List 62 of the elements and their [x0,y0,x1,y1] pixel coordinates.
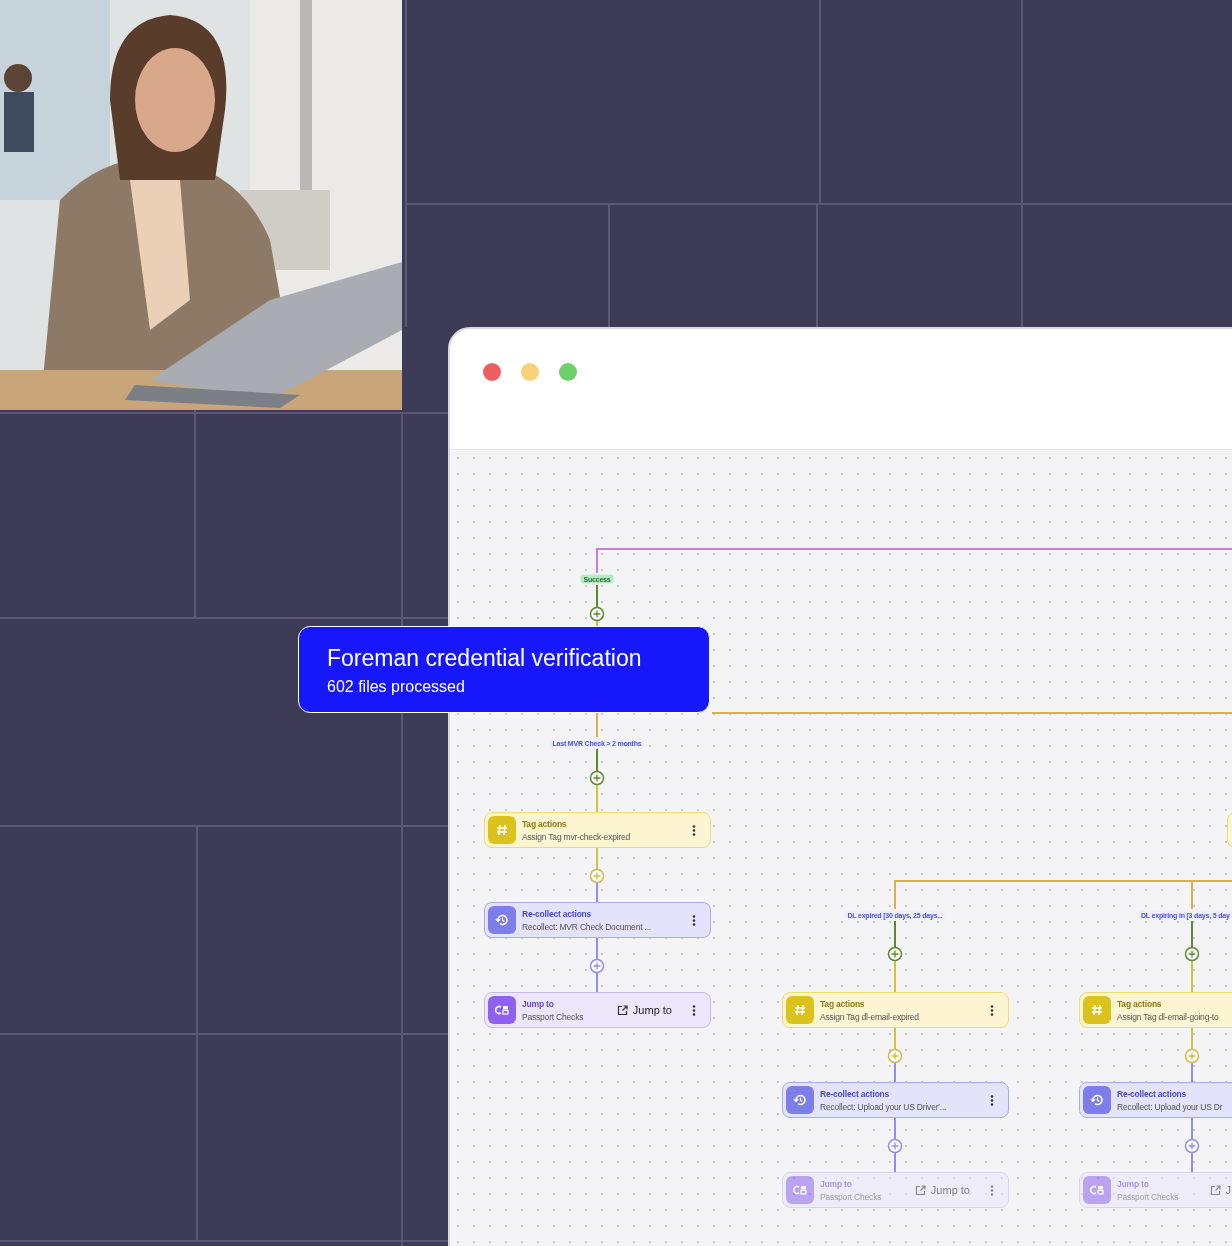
add-step-button[interactable] [589,958,605,974]
action-node[interactable]: Re-collect actions Recollect: Upload your US Driver'... [782,1082,1009,1118]
add-step-button[interactable] [589,770,605,786]
hash-icon [488,816,516,844]
node-title: Tag actions [1117,998,1163,1009]
node-title: Jump to [522,998,555,1009]
node-title: Jump to [820,1178,853,1189]
window-control-dot[interactable] [521,363,539,381]
more-options-icon[interactable] [990,1004,994,1016]
action-node[interactable]: Jump to Passport Checks Jump to [782,1172,1009,1208]
jump-to-link[interactable]: J [1209,1184,1231,1196]
jump-to-link[interactable]: Jump to [914,1184,970,1196]
add-step-button[interactable] [589,868,605,884]
node-title: Re-collect actions [820,1088,891,1099]
node-description: Recollect: Upload your US Dr [1117,1101,1224,1112]
window-control-dot[interactable] [483,363,501,381]
add-step-button[interactable] [887,946,903,962]
add-step-button[interactable] [887,1138,903,1154]
node-title: Tag actions [522,818,568,829]
history-icon [1083,1086,1111,1114]
card-title: Foreman credential verification [327,645,643,672]
hash-icon [1083,996,1111,1024]
history-icon [786,1086,814,1114]
card-subtitle: 602 files processed [327,678,466,696]
action-node[interactable]: Re-collect actions Recollect: Upload your US Dr [1079,1082,1232,1118]
node-title: Tag actions [820,998,866,1009]
action-node[interactable]: Re-collect actions Recollect: MVR Check Document ... [484,902,711,938]
node-description: Recollect: MVR Check Document ... [522,921,652,932]
node-description: Recollect: Upload your US Driver'... [820,1101,948,1112]
node-title: Jump to [1117,1178,1150,1189]
hash-icon [786,996,814,1024]
more-options-icon[interactable] [692,1004,696,1016]
node-title: Re-collect actions [1117,1088,1188,1099]
node-description: Passport Checks [522,1011,585,1022]
external-link-icon [1209,1184,1221,1196]
action-node[interactable]: Tag actions Assign Tag mvr-check-expired [484,812,711,848]
add-step-button[interactable] [887,1048,903,1064]
more-options-icon[interactable] [692,824,696,836]
add-step-button[interactable] [1184,946,1200,962]
more-options-icon[interactable] [990,1094,994,1106]
node-title: Re-collect actions [522,908,593,919]
add-step-button[interactable] [589,606,605,622]
more-options-icon[interactable] [692,914,696,926]
action-node[interactable]: Jump to Passport Checks Jump to [484,992,711,1028]
add-step-button[interactable] [1184,1048,1200,1064]
node-description: Passport Checks [1117,1191,1180,1202]
history-icon [488,906,516,934]
node-description: Assign Tag dl-email-expired [820,1011,920,1022]
add-step-button[interactable] [1184,1138,1200,1154]
node-description: Passport Checks [820,1191,883,1202]
node-description: Assign Tag dl-email-going-to [1117,1011,1220,1022]
action-node[interactable]: Jump to Passport Checks J [1079,1172,1232,1208]
jump-icon [488,996,516,1024]
node-description: Assign Tag mvr-check-expired [522,831,632,842]
jump-icon [786,1176,814,1204]
action-node[interactable]: Tag actions Assign Tag dl-email-going-to [1079,992,1232,1028]
action-node[interactable]: Tag actions Assign Tag dl-email-expired [782,992,1009,1028]
window-control-dot[interactable] [559,363,577,381]
external-link-icon [616,1004,628,1016]
jump-icon [1083,1176,1111,1204]
external-link-icon [914,1184,926,1196]
jump-to-link[interactable]: Jump to [616,1004,672,1016]
